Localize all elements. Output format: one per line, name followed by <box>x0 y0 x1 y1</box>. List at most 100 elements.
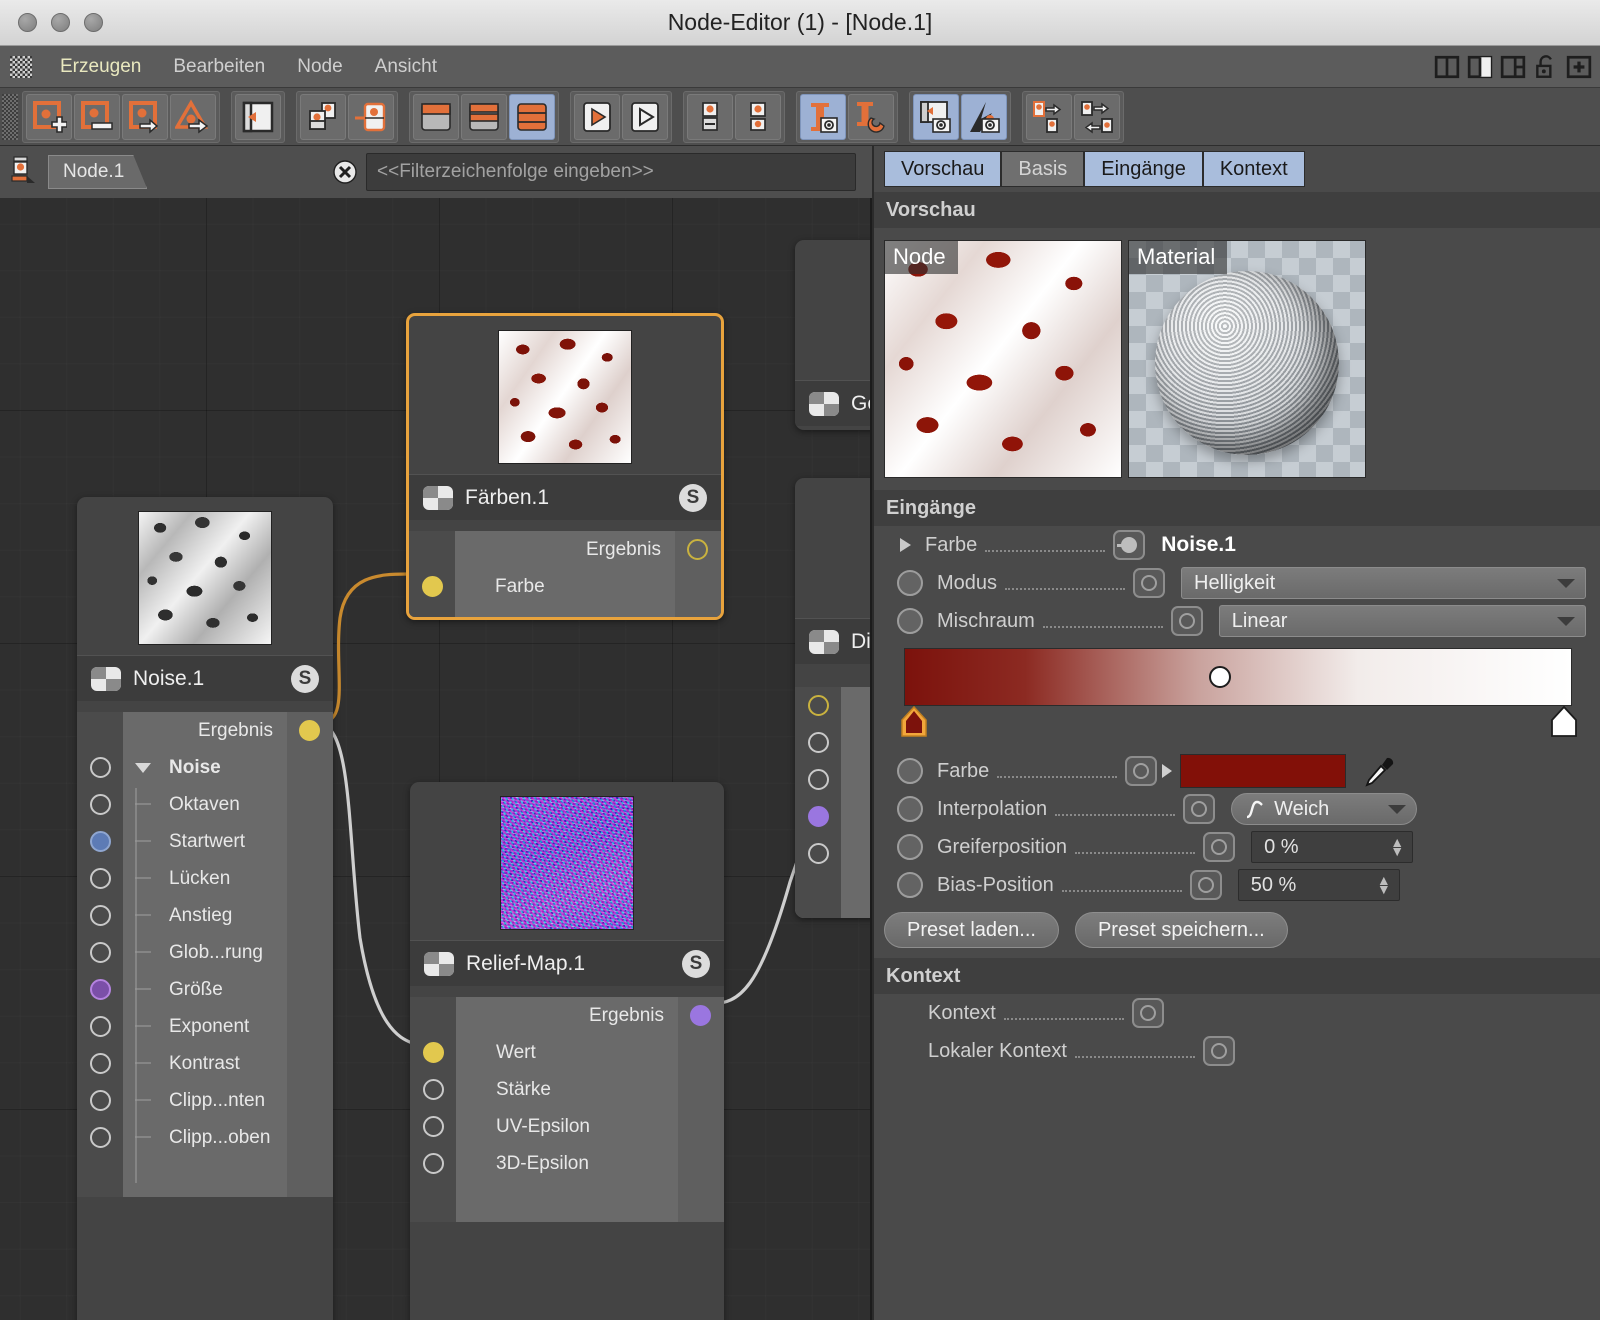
preview-node[interactable]: Node <box>884 240 1122 478</box>
port-3d-epsilon[interactable] <box>423 1153 444 1174</box>
param-row[interactable]: Oktaven <box>77 786 333 823</box>
port-exponent[interactable] <box>90 1016 111 1037</box>
input-row-farbe[interactable]: Farbe Noise.1 <box>874 526 1600 564</box>
layout-two-pane-icon[interactable] <box>1434 54 1460 80</box>
param-row[interactable]: Wert <box>410 1034 724 1071</box>
add-pane-icon[interactable] <box>1566 54 1592 80</box>
tab-basis[interactable]: Basis <box>1001 151 1084 187</box>
view-ports-large-icon[interactable] <box>509 94 555 140</box>
gradient-stop-start[interactable] <box>900 706 928 740</box>
grad-row-greiferposition[interactable]: Greiferposition 0 % ▲▼ <box>874 828 1600 866</box>
port-out-ergebnis[interactable] <box>687 539 708 560</box>
number-greiferposition[interactable]: 0 % ▲▼ <box>1251 831 1413 863</box>
color-swatch[interactable] <box>1180 754 1346 788</box>
dropdown-interpolation[interactable]: Weich <box>1231 793 1417 825</box>
socket-grad-farbe[interactable] <box>1125 756 1157 786</box>
node-reliefmap[interactable]: Relief-Map.1 S Ergebnis Wert Stärke UV-E… <box>410 782 724 1320</box>
node-partial-di[interactable]: Di <box>795 478 872 918</box>
param-row[interactable]: Clipp...oben <box>77 1119 333 1156</box>
port-out-1[interactable] <box>808 695 829 716</box>
port-startwert[interactable] <box>90 831 111 852</box>
port-wert[interactable] <box>423 1042 444 1063</box>
context-row-kontext[interactable]: Kontext <box>874 994 1600 1032</box>
menu-bearbeiten[interactable]: Bearbeiten <box>157 56 281 78</box>
menu-erzeugen[interactable]: Erzeugen <box>44 56 157 78</box>
show-preview-icon[interactable] <box>961 94 1007 140</box>
create-node-icon[interactable] <box>26 94 72 140</box>
load-preset-button[interactable]: Preset laden... <box>884 912 1059 948</box>
socket-kontext[interactable] <box>1132 998 1164 1028</box>
port-out-ergebnis[interactable] <box>690 1005 711 1026</box>
param-row[interactable]: Clipp...nten <box>77 1082 333 1119</box>
warning-forward-icon[interactable] <box>170 94 216 140</box>
node-header[interactable]: Noise.1 S <box>77 655 333 701</box>
port-staerke[interactable] <box>423 1079 444 1100</box>
detach-node-icon[interactable] <box>348 94 394 140</box>
view-ports-medium-icon[interactable] <box>461 94 507 140</box>
port-groesse[interactable] <box>90 979 111 1000</box>
gradient-knob[interactable] <box>1209 666 1231 688</box>
socket-lokaler-kontext[interactable] <box>1203 1036 1235 1066</box>
port-in-farbe[interactable] <box>422 576 443 597</box>
param-row[interactable]: UV-Epsilon <box>410 1108 724 1145</box>
context-row-lokaler-kontext[interactable]: Lokaler Kontext <box>874 1032 1600 1070</box>
port-clipping-unten[interactable] <box>90 1090 111 1111</box>
expander-right-icon[interactable] <box>900 538 911 552</box>
pipette-icon[interactable] <box>1362 754 1396 788</box>
node-partial-ge[interactable]: Ge <box>795 240 872 430</box>
show-left-panel-icon[interactable] <box>913 94 959 140</box>
grad-row-bias-position[interactable]: Bias-Position 50 % ▲▼ <box>874 866 1600 904</box>
number-bias-position[interactable]: 50 % ▲▼ <box>1238 869 1400 901</box>
param-row[interactable]: Exponent <box>77 1008 333 1045</box>
port-uv-epsilon[interactable] <box>423 1116 444 1137</box>
param-row[interactable]: Stärke <box>410 1071 724 1108</box>
move-node-right-icon[interactable] <box>1026 94 1072 140</box>
anim-track-mischraum[interactable] <box>897 608 923 634</box>
gradient-stop-end[interactable] <box>1550 706 1578 740</box>
port-in-1[interactable] <box>808 732 829 753</box>
duplicate-nodes-icon[interactable] <box>300 94 346 140</box>
create-group-icon[interactable] <box>74 94 120 140</box>
port-out-ergebnis[interactable] <box>299 720 320 741</box>
view-ports-small-icon[interactable] <box>413 94 459 140</box>
port-in-4[interactable] <box>808 843 829 864</box>
input-row-mischraum[interactable]: Mischraum Linear <box>874 602 1600 640</box>
node-header[interactable]: Relief-Map.1 S <box>410 940 724 986</box>
chevron-down-icon[interactable] <box>135 763 151 773</box>
tab-eingaenge[interactable]: Eingänge <box>1084 151 1203 187</box>
anim-track-interpolation[interactable] <box>897 796 923 822</box>
param-row[interactable]: Lücken <box>77 860 333 897</box>
node-stack-icon[interactable] <box>687 94 733 140</box>
socket-mischraum[interactable] <box>1171 606 1203 636</box>
node-graph-canvas[interactable]: Ge Di Färben.1 S <box>0 198 872 1320</box>
filter-input[interactable]: <<Filterzeichenfolge eingeben>> <box>366 153 856 191</box>
node-header[interactable]: Färben.1 S <box>409 474 721 520</box>
node-header[interactable]: Ge <box>795 380 872 426</box>
node-solo-badge[interactable]: S <box>291 665 319 693</box>
socket-interpolation[interactable] <box>1183 794 1215 824</box>
anim-track-modus[interactable] <box>897 570 923 596</box>
input-row-modus[interactable]: Modus Helligkeit <box>874 564 1600 602</box>
swap-nodes-icon[interactable] <box>1074 94 1120 140</box>
dropdown-mischraum[interactable]: Linear <box>1219 605 1586 637</box>
param-row[interactable]: Größe <box>77 971 333 1008</box>
anim-track-bias-position[interactable] <box>897 872 923 898</box>
param-row[interactable]: Startwert <box>77 823 333 860</box>
socket-modus[interactable] <box>1133 568 1165 598</box>
layout-three-pane-icon[interactable] <box>1500 54 1526 80</box>
anim-track-grad-farbe[interactable] <box>897 758 923 784</box>
socket-farbe[interactable] <box>1113 530 1145 560</box>
port-luecken[interactable] <box>90 868 111 889</box>
save-preset-button[interactable]: Preset speichern... <box>1075 912 1288 948</box>
lock-open-icon[interactable] <box>1533 54 1559 80</box>
node-solo-badge[interactable]: S <box>679 484 707 512</box>
menu-node[interactable]: Node <box>281 56 358 78</box>
node-header[interactable]: Di <box>795 618 872 664</box>
node-noise[interactable]: Noise.1 S Ergebnis Noise Oktaven Startwe… <box>77 497 333 1320</box>
clear-filter-icon[interactable] <box>332 159 358 185</box>
panel-scrollbar[interactable] <box>1588 192 1598 1312</box>
socket-greiferposition[interactable] <box>1203 832 1235 862</box>
menu-ansicht[interactable]: Ansicht <box>359 56 453 78</box>
node-solo-badge[interactable]: S <box>682 950 710 978</box>
node-faerben[interactable]: Färben.1 S Ergebnis Farbe <box>406 313 724 620</box>
